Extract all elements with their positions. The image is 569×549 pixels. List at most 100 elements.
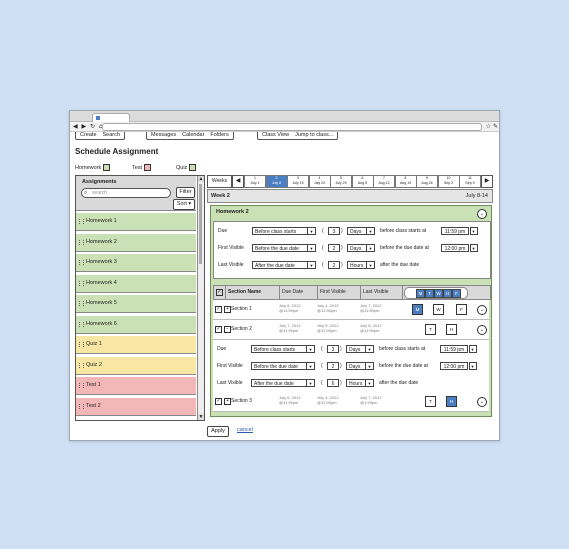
scrollbar[interactable]: ▲ ▼: [197, 176, 204, 420]
day-filter-w[interactable]: W: [434, 289, 443, 298]
menu-create[interactable]: Create: [80, 132, 97, 139]
homework-number-field[interactable]: 3: [328, 227, 340, 235]
drag-handle-icon[interactable]: [79, 219, 84, 224]
menu-messages[interactable]: Messages: [151, 132, 176, 139]
homework-rule-select[interactable]: Before the due date ▼: [252, 244, 316, 252]
day-button-f[interactable]: F: [456, 304, 467, 315]
homework-time-field[interactable]: 11:59 pm: [441, 227, 469, 235]
homework-unit-select[interactable]: Hours ▼: [347, 261, 375, 269]
drag-handle-icon[interactable]: [79, 342, 84, 347]
drag-handle-icon[interactable]: [79, 362, 84, 368]
week-button[interactable]: 1 July 1: [244, 175, 266, 188]
section-time-field[interactable]: 11:59 pm: [440, 345, 468, 353]
next-week-icon[interactable]: ▶: [481, 175, 493, 188]
section-rule-select[interactable]: Before the due date ▼: [251, 362, 315, 370]
homework-checkbox[interactable]: [103, 164, 111, 171]
row-checkbox[interactable]: ✓: [215, 326, 222, 333]
collapse-icon[interactable]: −: [224, 326, 231, 333]
type-test[interactable]: Test: [132, 164, 152, 171]
week-button[interactable]: 2 July 8: [265, 175, 288, 188]
day-filter-h[interactable]: H: [443, 289, 452, 298]
section-number-field[interactable]: 6: [327, 379, 339, 387]
cancel-link[interactable]: cancel: [237, 427, 253, 433]
list-item[interactable]: Homework 3: [76, 254, 196, 272]
week-button[interactable]: 9 Aug 26: [416, 175, 438, 188]
list-item[interactable]: Test 2: [76, 397, 196, 416]
menu-folders[interactable]: Folders: [210, 132, 228, 139]
test-checkbox[interactable]: [144, 164, 152, 171]
list-item[interactable]: Homework 4: [76, 274, 196, 293]
list-item[interactable]: Test 1: [76, 377, 196, 395]
homework-unit-select[interactable]: Days ▼: [347, 244, 375, 252]
star-icon[interactable]: ☆: [486, 122, 491, 131]
list-item[interactable]: Homework 1: [76, 213, 196, 231]
section-unit-select[interactable]: Days ▼: [346, 345, 374, 353]
drag-handle-icon[interactable]: [79, 383, 84, 388]
section-unit-select[interactable]: Days ▼: [346, 362, 374, 370]
scroll-down-icon[interactable]: ▼: [198, 414, 204, 420]
time-dropdown[interactable]: ▼: [469, 345, 477, 353]
drag-handle-icon[interactable]: [79, 321, 84, 327]
filter-button[interactable]: Filter: [176, 187, 195, 198]
week-button[interactable]: 6 Aug 5: [351, 175, 374, 188]
wrench-icon[interactable]: ✎: [493, 122, 498, 131]
homework-rule-select[interactable]: After the due date ▼: [252, 261, 316, 269]
day-button-t[interactable]: T: [425, 324, 436, 335]
day-button-m[interactable]: M: [412, 304, 423, 315]
day-button-h[interactable]: H: [446, 396, 457, 407]
week-button[interactable]: 3 July 15: [287, 175, 309, 188]
section-time-field[interactable]: 12:00 pm: [440, 362, 468, 370]
browser-tab[interactable]: [92, 113, 130, 122]
menu-calendar[interactable]: Calendar: [182, 132, 204, 139]
day-button-t[interactable]: T: [425, 396, 436, 407]
section-rule-select[interactable]: Before class starts ▼: [251, 345, 315, 353]
scroll-up-icon[interactable]: ▲: [198, 176, 204, 182]
list-item[interactable]: Quiz 1: [76, 336, 196, 354]
table-row[interactable]: ✓ − Section 2 July 7, 2012 @11:59pm July 5, 2…: [213, 320, 489, 340]
day-filter-m[interactable]: M: [416, 289, 425, 298]
homework-time-field[interactable]: 12:00 pm: [441, 244, 469, 252]
drag-handle-icon[interactable]: [79, 301, 84, 306]
homework-number-field[interactable]: 2: [328, 244, 340, 252]
section-unit-select[interactable]: Hours ▼: [346, 379, 374, 387]
url-field[interactable]: [102, 123, 482, 131]
week-button[interactable]: 4 July 22: [308, 175, 331, 188]
expand-icon[interactable]: +: [224, 398, 231, 405]
row-expand-chevron-icon[interactable]: ⌄: [477, 325, 487, 335]
select-all-checkbox[interactable]: ✓: [214, 286, 226, 299]
menu-search[interactable]: Search: [103, 132, 120, 139]
menu-jump-to-class[interactable]: Jump to class...: [295, 132, 333, 139]
list-item[interactable]: Homework 2: [76, 233, 196, 252]
day-filter-t[interactable]: T: [425, 289, 434, 298]
type-quiz[interactable]: Quiz: [176, 164, 197, 171]
week-button[interactable]: 7 Aug 12: [373, 175, 395, 188]
list-item[interactable]: Quiz 2: [76, 356, 196, 375]
drag-handle-icon[interactable]: [79, 260, 84, 265]
week-button[interactable]: 10 Sep 2: [437, 175, 460, 188]
homework-rule-select[interactable]: Before class starts ▼: [252, 227, 316, 235]
list-item[interactable]: Homework 5: [76, 295, 196, 313]
quiz-checkbox[interactable]: [189, 164, 197, 171]
apply-button[interactable]: Apply: [207, 426, 229, 437]
prev-week-icon[interactable]: ◀: [232, 175, 244, 188]
section-rule-select[interactable]: After the due date ▼: [251, 379, 315, 387]
week-button[interactable]: 8 Aug 19: [394, 175, 417, 188]
row-checkbox[interactable]: ✓: [215, 306, 222, 313]
homework-number-field[interactable]: 2: [328, 261, 340, 269]
section-number-field[interactable]: 2: [327, 362, 339, 370]
table-row[interactable]: ✓ + Section 1 July 6, 2012 @11:59pm July 4, 2…: [213, 300, 489, 320]
drag-handle-icon[interactable]: [79, 403, 84, 409]
menu-class-view[interactable]: Class View: [262, 132, 289, 139]
day-button-w[interactable]: W: [433, 304, 444, 315]
section-number-field[interactable]: 3: [327, 345, 339, 353]
day-filter-f[interactable]: F: [452, 289, 461, 298]
search-input[interactable]: ⌕ search: [81, 188, 171, 198]
scroll-thumb[interactable]: [199, 184, 202, 264]
time-dropdown[interactable]: ▼: [469, 362, 477, 370]
homework-unit-select[interactable]: Days ▼: [347, 227, 375, 235]
week-button[interactable]: 5 July 29: [330, 175, 352, 188]
week-button[interactable]: 11 Sep 9: [459, 175, 481, 188]
time-dropdown[interactable]: ▼: [470, 227, 478, 235]
drag-handle-icon[interactable]: [79, 239, 84, 245]
expand-icon[interactable]: +: [224, 306, 231, 313]
